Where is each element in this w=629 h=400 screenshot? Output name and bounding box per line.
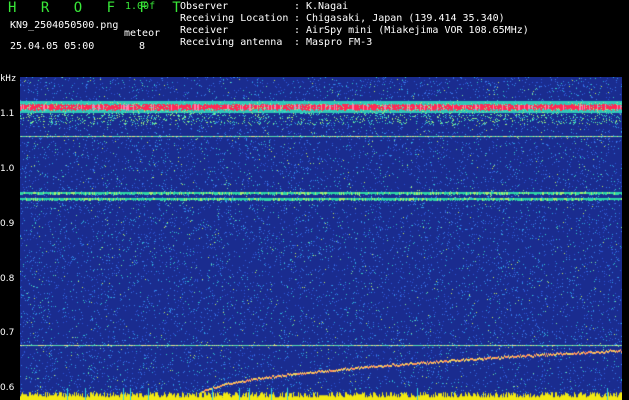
- info-sep: :: [294, 25, 301, 36]
- info-row-observer: Observer: K.Nagai: [180, 1, 529, 13]
- info-sep: :: [294, 1, 301, 12]
- info-row-location: Receiving Location: Chigasaki, Japan (139…: [180, 13, 529, 25]
- mode-label: meteor: [124, 28, 161, 39]
- info-label: Receiving antenna: [180, 37, 283, 48]
- datetime: 25.04.05 05:00: [10, 41, 95, 52]
- station-info: Observer: K.Nagai Receiving Location: Chig…: [180, 1, 529, 49]
- y-tick-label: 0.7: [0, 328, 15, 339]
- y-tick-label: 1.0: [0, 164, 15, 175]
- y-tick-label: 0.9: [0, 218, 15, 229]
- info-row-antenna: Receiving antenna: Maspro FM-3: [180, 37, 529, 49]
- info-sep: :: [294, 37, 301, 48]
- header: H R O F F T 1.00f KN9_2504050500.png met…: [0, 0, 629, 72]
- app-name: H R O F F T: [8, 0, 189, 16]
- file-name: KN9_2504050500.png: [10, 20, 119, 31]
- info-label: Observer: [180, 1, 229, 12]
- y-tick-label: 0.8: [0, 273, 15, 284]
- info-row-receiver: Receiver: AirSpy mini (Miakejima VOR 108.…: [180, 25, 529, 37]
- info-label: Receiving Location: [180, 13, 289, 24]
- info-value: Chigasaki, Japan (139.414 35.340): [306, 13, 505, 24]
- mode-value: 8: [139, 41, 146, 52]
- info-value: AirSpy mini (Miakejima VOR 108.65MHz): [306, 25, 529, 36]
- info-sep: :: [294, 13, 301, 24]
- spectrogram: [20, 77, 622, 400]
- y-axis-unit: kHz: [0, 74, 17, 84]
- y-tick-label: 1.1: [0, 109, 15, 120]
- y-tick-label: 0.6: [0, 383, 15, 394]
- version-label: 1.00f: [125, 1, 156, 12]
- info-value: K.Nagai: [306, 1, 349, 12]
- info-label: Receiver: [180, 25, 229, 36]
- info-value: Maspro FM-3: [306, 37, 373, 48]
